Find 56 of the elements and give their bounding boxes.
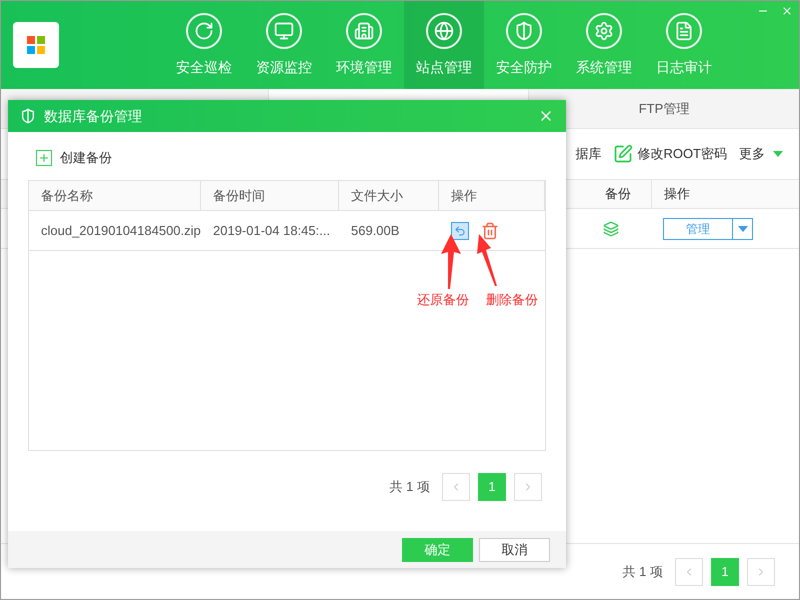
column-header: 备份时间	[201, 181, 339, 210]
nav-tab[interactable]: 安全防护	[484, 1, 564, 89]
document-icon	[674, 20, 694, 40]
refresh-icon	[194, 20, 214, 40]
page-button[interactable]: 1	[478, 473, 506, 501]
manage-button[interactable]: 管理	[663, 218, 733, 240]
annotation-label: 还原备份	[417, 291, 469, 309]
arrow	[441, 234, 461, 289]
previous-page-button[interactable]	[442, 473, 470, 501]
cancel-button[interactable]: 取消	[479, 538, 550, 562]
dropdown-button[interactable]	[733, 218, 753, 240]
next-page-button[interactable]	[514, 473, 542, 501]
layers-icon	[603, 220, 619, 236]
trash-icon	[481, 222, 499, 240]
annotation-label: 删除备份	[486, 291, 538, 309]
shield-icon	[20, 108, 36, 124]
confirm-button[interactable]: 确定	[402, 538, 473, 562]
undo-icon	[454, 224, 466, 236]
nav-tab[interactable]: 日志审计	[644, 1, 724, 89]
app-logo	[13, 22, 59, 68]
nav-tab[interactable]: 站点管理	[404, 1, 484, 89]
more-button[interactable]: 更多	[739, 144, 783, 164]
restore-button[interactable]	[451, 222, 469, 240]
nav-tab[interactable]: 环境管理	[324, 1, 404, 89]
column-header: 操作	[651, 180, 799, 208]
delete-button[interactable]	[481, 222, 499, 240]
arrow	[477, 234, 499, 286]
plus-icon	[36, 150, 52, 166]
nav-tab[interactable]: 资源监控	[244, 1, 324, 89]
dialog-title: 数据库备份管理	[44, 106, 142, 126]
create-backup-button[interactable]: 创建备份	[36, 144, 112, 172]
column-header: 文件大小	[339, 181, 439, 210]
settings-icon	[594, 20, 614, 40]
globe-icon	[434, 20, 454, 40]
table-cell-text: 569.00B	[350, 222, 400, 240]
table-cell-text: cloud_20190104184500.zip	[40, 222, 201, 240]
toolbar-button[interactable]: 据库	[575, 144, 602, 164]
column-header: 备份名称	[29, 181, 201, 210]
total-count: 共 1 项	[390, 478, 430, 496]
next-page-button[interactable]	[747, 558, 775, 586]
monitor-icon	[274, 20, 294, 40]
table-cell-text: 2019-01-04 18:45:...	[212, 222, 332, 240]
column-header: 备份	[604, 185, 632, 204]
caret-icon	[738, 226, 748, 232]
building-icon	[354, 20, 374, 40]
nav-tab[interactable]: 安全巡检	[164, 1, 244, 89]
caret-icon	[773, 151, 783, 157]
nav-tab[interactable]: 系统管理	[564, 1, 644, 89]
total-count: 共 1 项	[622, 562, 663, 581]
close-icon	[781, 5, 793, 17]
shield-icon	[514, 20, 534, 40]
column-header: 操作	[439, 181, 545, 210]
edit-icon	[613, 144, 634, 164]
previous-page-button[interactable]	[675, 558, 703, 586]
edit-password-button[interactable]: 修改ROOT密码	[613, 144, 727, 164]
page-button[interactable]: 1	[711, 558, 739, 586]
